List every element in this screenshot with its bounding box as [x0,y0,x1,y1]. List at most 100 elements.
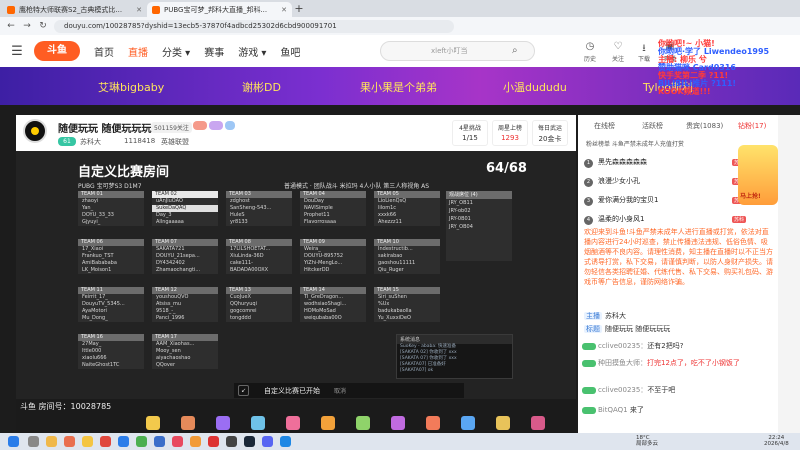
player-slot[interactable]: HitckerDD [300,267,366,274]
player-slot[interactable]: xxxk66 [374,212,440,219]
player-slot[interactable]: Atsiss_mu [152,301,218,308]
player-slot[interactable]: weiqubaba00O [300,315,366,322]
new-tab-button[interactable]: + [292,3,306,17]
player-slot[interactable]: %Ux [374,301,440,308]
file-explorer-icon[interactable] [82,436,93,447]
stat-star-challenge[interactable]: 4星挑战 1/15 [452,120,488,146]
player-slot[interactable]: DOUYU-895752 [300,253,366,260]
player-slot[interactable]: Zhamaochangti... [152,267,218,274]
banner-streamer[interactable]: 艾琳bigbaby [98,79,164,95]
gift-icon[interactable] [146,416,160,430]
app-icon[interactable] [190,436,201,447]
player-slot[interactable]: XiuLinda-36D [226,253,292,260]
player-slot[interactable]: QQover [152,362,218,369]
player-slot[interactable]: DouyuTV_5345... [78,301,144,308]
heart-icon[interactable]: ♡ [608,41,628,52]
tab-online[interactable]: 在线榜 [594,121,615,131]
player-slot[interactable]: SukeDaQAQ [152,205,218,212]
player-slot[interactable]: Yu_XuxxiDeO [374,315,440,322]
player-slot[interactable]: Mu_Dong_ [78,315,144,322]
player-slot[interactable]: tongddd [226,315,292,322]
nav-games[interactable]: 游戏 ▾ [238,44,266,59]
nav-home[interactable]: 首页 [94,44,114,59]
player-slot[interactable]: gaoshou11111 [374,260,440,267]
player-slot[interactable]: Feirrit_17_ [78,294,144,301]
player-slot[interactable]: badukabaolla [374,308,440,315]
forward-icon[interactable]: → [22,21,32,31]
back-icon[interactable]: ← [6,21,16,31]
gift-icon[interactable] [426,416,440,430]
share-icon[interactable] [225,121,235,130]
player-slot[interactable]: Panci_1996 [152,315,218,322]
chat-user[interactable]: cclive00235： [598,386,647,394]
player-slot[interactable]: NaiteGhost1TC [78,362,144,369]
player-slot[interactable]: Gjyuyi_ [78,219,144,226]
stat-daily-luck[interactable]: 每日武运 20金卡 [532,120,568,146]
player-slot[interactable]: BADADA00OXX [226,267,292,274]
player-slot[interactable]: Day_3 [152,212,218,219]
video-player[interactable]: 自定义比赛房间 64/68 PUBG 宝可梦S3 D1M7 普通模式 · 团队战… [16,151,576,399]
player-slot[interactable]: 17_Xiaoi [78,246,144,253]
tab-diamond-fans[interactable]: 钻粉(17) [738,121,766,131]
app-icon[interactable] [172,436,183,447]
app-icon[interactable] [208,436,219,447]
windows-start-icon[interactable] [8,436,19,447]
player-slot[interactable]: zhaoyi [78,198,144,205]
browser-tab-2[interactable]: PUBG宝可梦_邦科大直播_邦科... ✕ [147,2,292,17]
app-icon[interactable] [262,436,273,447]
player-slot[interactable]: wodhsiaoShagi... [300,301,366,308]
gift-icon[interactable] [461,416,475,430]
badge-icon[interactable] [209,121,223,130]
player-slot[interactable]: Weira_ [300,246,366,253]
player-slot[interactable]: lttle000 [78,348,144,355]
ad-overlay[interactable]: 你哟吧!~ 小猫! 你哟吧·学了 Liwendeo1995 主播: 柳乐 兮 赞… [658,35,800,97]
tab-vip[interactable]: 贵宾(1083) [686,121,723,131]
player-slot[interactable]: Flavorrosaaa [300,219,366,226]
history-icon[interactable]: ◷ [580,41,600,52]
gift-icon[interactable] [251,416,265,430]
avatar[interactable] [23,119,47,143]
player-slot[interactable]: HuleS [226,212,292,219]
gift-icon[interactable] [216,416,230,430]
url-field[interactable]: douyu.com/10028785?dyshid=13ecb5-37870f4… [54,19,454,33]
player-slot[interactable]: CuoJueX [226,294,292,301]
chat-user[interactable]: cclive00235： [598,342,647,350]
player-slot[interactable]: DOUYU_21sepa... [152,253,218,260]
player-slot[interactable]: Qiu_Ruger [374,267,440,274]
player-slot[interactable]: TI_GreDragon... [300,294,366,301]
player-slot[interactable]: 9518_-_ [152,308,218,315]
player-slot[interactable]: Prophet11 [300,212,366,219]
player-slot[interactable]: AyaMotori [78,308,144,315]
app-icon[interactable] [64,436,75,447]
player-slot[interactable]: sakirabao [374,253,440,260]
app-icon[interactable] [226,436,237,447]
app-icon[interactable] [154,436,165,447]
close-icon[interactable]: ✕ [281,6,287,14]
steam-icon[interactable] [244,436,255,447]
player-slot[interactable]: yr8133 [226,219,292,226]
gift-icon[interactable] [356,416,370,430]
search-icon[interactable] [28,436,39,447]
cancel-button[interactable]: 取消 [334,386,346,395]
gift-icon[interactable] [181,416,195,430]
tab-active[interactable]: 活跃榜 [642,121,663,131]
gift-icon[interactable] [286,416,300,430]
edge-icon[interactable] [118,436,129,447]
weather-widget[interactable]: 18°C 局部多云 [636,435,658,447]
player-slot[interactable]: Siri_suShen [374,294,440,301]
app-icon[interactable] [280,436,291,447]
gift-icon[interactable] [496,416,510,430]
player-slot[interactable]: YiZhi-MengLo... [300,260,366,267]
player-slot[interactable]: LioLienQsQ [374,198,440,205]
nav-live[interactable]: 直播 [128,44,148,59]
reload-icon[interactable]: ↻ [38,21,48,31]
player-slot[interactable]: AAM_Xiaohas... [152,341,218,348]
player-slot[interactable]: NAVISimple [300,205,366,212]
player-slot[interactable]: DouDay [300,198,366,205]
player-slot[interactable]: 17LILSHOETAT... [226,246,292,253]
banner-streamer[interactable]: 谢彬DD [242,79,281,95]
widgets-icon[interactable] [46,436,57,447]
player-slot[interactable]: LK_Moison1 [78,267,144,274]
nav-events[interactable]: 赛事 [204,44,224,59]
player-slot[interactable]: DY4342402 [152,260,218,267]
